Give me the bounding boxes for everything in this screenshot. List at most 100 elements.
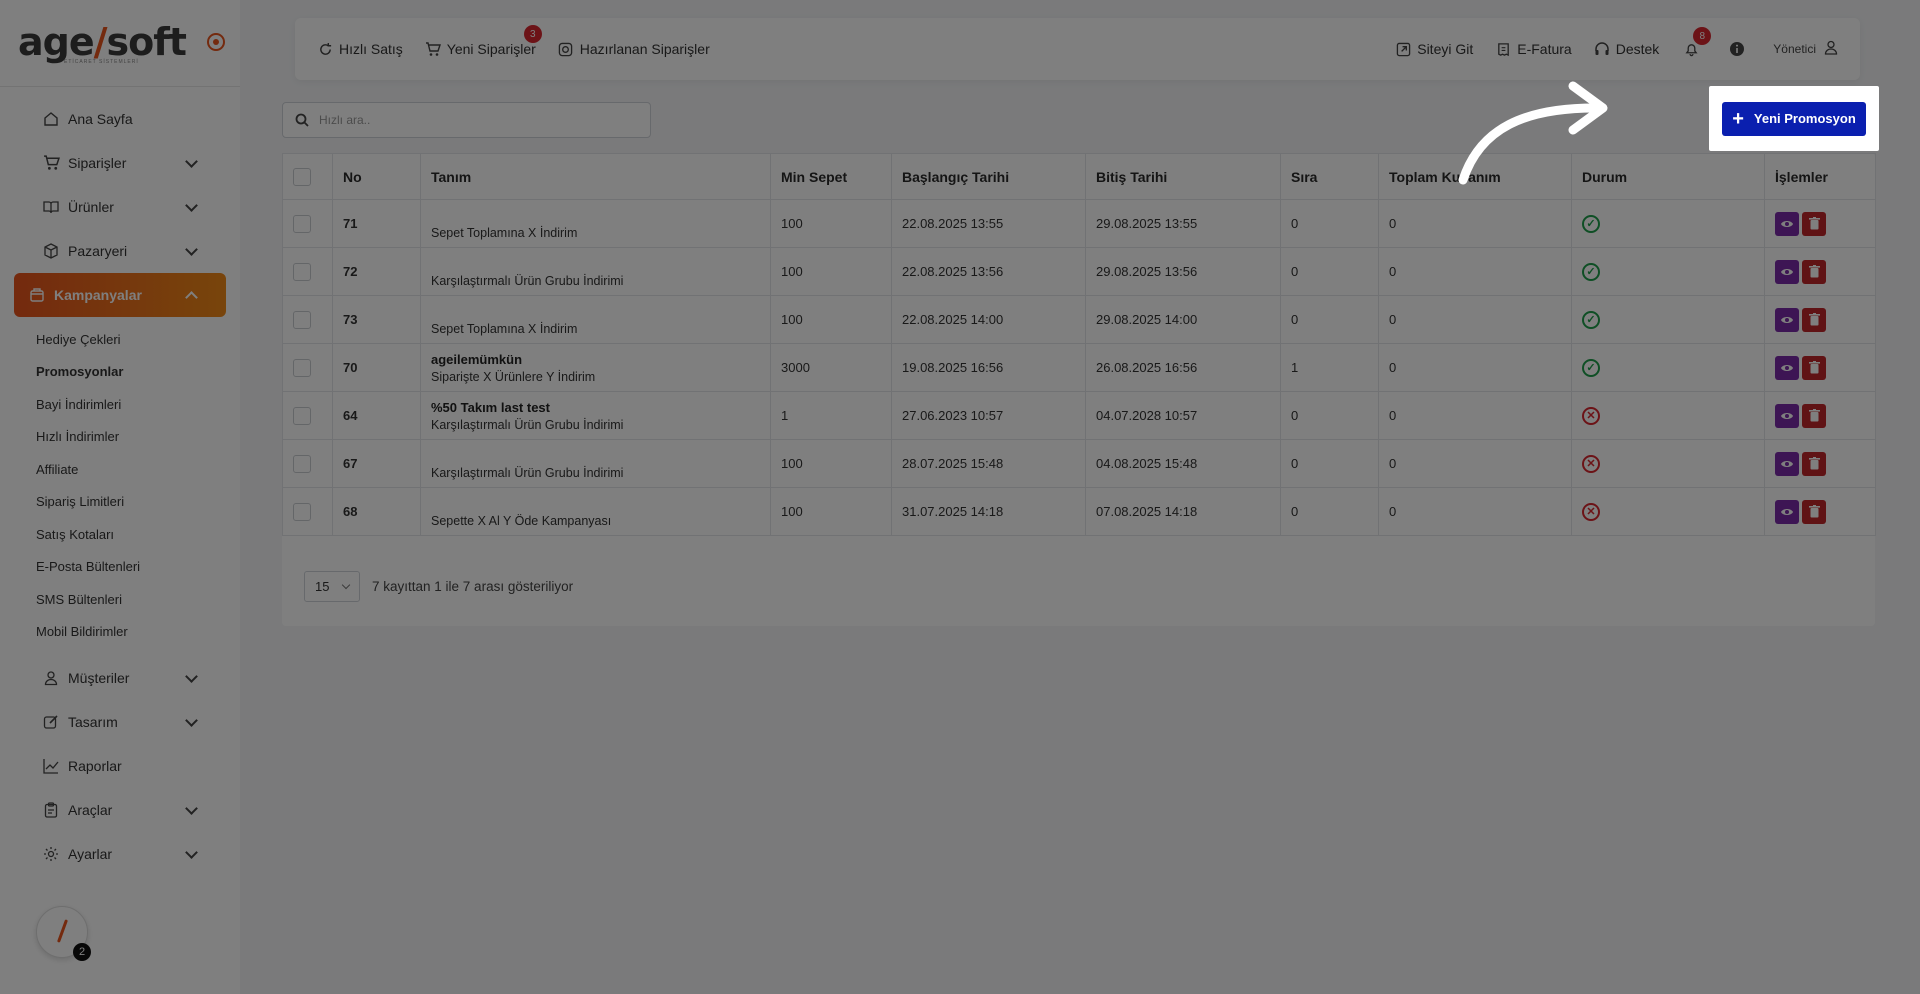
row-checkbox[interactable]	[293, 406, 311, 425]
table-row[interactable]: 70 ageilemümkün Siparişte X Ürünlere Y İnd…	[282, 343, 1876, 392]
promo-no: 71	[332, 199, 421, 248]
total-usage: 0	[1378, 199, 1572, 248]
topbar: Hızlı Satış Yeni Siparişler 3 Hazırlanan…	[295, 18, 1860, 80]
delete-button[interactable]	[1802, 307, 1826, 332]
actions-cell	[1764, 487, 1876, 536]
view-button[interactable]	[1775, 259, 1799, 284]
visit-site-link[interactable]: Siteyi Git	[1395, 41, 1473, 57]
sidebar-item-label: Ürünler	[68, 199, 114, 215]
row-checkbox[interactable]	[293, 262, 311, 281]
trash-icon	[1808, 457, 1820, 470]
table-row[interactable]: 68 Sepette X Al Y Öde Kampanyası 100 31.07.…	[282, 487, 1876, 536]
submenu-item[interactable]: Satış Kotaları	[0, 518, 240, 551]
table-row[interactable]: 72 Karşılaştırmalı Ürün Grubu İndirimi 100…	[282, 247, 1876, 296]
pagination-info: 7 kayıttan 1 ile 7 arası gösteriliyor	[372, 579, 574, 594]
helper-widget[interactable]: 2	[36, 906, 91, 961]
view-button[interactable]	[1775, 403, 1799, 428]
status-cell: ✕	[1571, 487, 1765, 536]
search-box[interactable]	[282, 102, 651, 138]
view-button[interactable]	[1775, 307, 1799, 332]
column-header[interactable]: Tanım	[420, 153, 771, 200]
view-button[interactable]	[1775, 451, 1799, 476]
quick-sale-link[interactable]: Hızlı Satış	[317, 41, 403, 57]
column-header[interactable]: Sıra	[1280, 153, 1379, 200]
status-cell: ✓	[1571, 343, 1765, 392]
logo[interactable]: age/soft ETİCARET SİSTEMLERİ	[18, 22, 187, 65]
delete-button[interactable]	[1802, 403, 1826, 428]
submenu-item[interactable]: SMS Bültenleri	[0, 583, 240, 616]
submenu-item[interactable]: Hediye Çekleri	[0, 323, 240, 356]
sidebar-item-araçlar[interactable]: Araçlar	[14, 788, 226, 832]
row-select-cell	[282, 439, 333, 488]
column-header: İşlemler	[1764, 153, 1876, 200]
delete-button[interactable]	[1802, 499, 1826, 524]
start-date: 27.06.2023 10:57	[891, 391, 1086, 440]
table-row[interactable]: 64 %50 Takım last test Karşılaştırmalı Ürü…	[282, 391, 1876, 440]
sidebar-item-pazaryeri[interactable]: Pazaryeri	[14, 229, 226, 273]
new-orders-link[interactable]: Yeni Siparişler 3	[425, 25, 542, 57]
cart-icon	[425, 41, 441, 57]
einvoice-label: E-Fatura	[1517, 41, 1572, 57]
sidebar-item-raporlar[interactable]: Raporlar	[14, 744, 226, 788]
row-checkbox[interactable]	[293, 358, 311, 377]
info-icon[interactable]	[1727, 39, 1747, 59]
sidebar-nav-bottom: Müşteriler Tasarım Raporlar Araçlar Ayarlar	[0, 656, 240, 876]
support-link[interactable]: Destek	[1594, 41, 1659, 57]
table-row[interactable]: 71 Sepet Toplamına X İndirim 100 22.08.2025…	[282, 199, 1876, 248]
delete-button[interactable]	[1802, 211, 1826, 236]
promo-type: Sepette X Al Y Öde Kampanyası	[431, 513, 612, 528]
order: 0	[1280, 199, 1379, 248]
bell-icon[interactable]: 8	[1681, 27, 1712, 59]
view-button[interactable]	[1775, 355, 1799, 380]
sidebar-item-ana-sayfa[interactable]: Ana Sayfa	[14, 97, 226, 141]
row-checkbox[interactable]	[293, 502, 311, 521]
user-menu[interactable]: Yönetici	[1773, 40, 1838, 58]
submenu-item[interactable]: Affiliate	[0, 453, 240, 486]
view-button[interactable]	[1775, 499, 1799, 524]
column-header[interactable]: Min Sepet	[770, 153, 892, 200]
submenu-item[interactable]: Hızlı İndirimler	[0, 421, 240, 454]
select-all-checkbox[interactable]	[293, 167, 311, 186]
page-size-value: 15	[315, 579, 330, 594]
prepared-orders-link[interactable]: Hazırlanan Siparişler	[558, 41, 710, 57]
new-promotion-button[interactable]: + Yeni Promosyon	[1722, 101, 1866, 136]
submenu-item[interactable]: E-Posta Bültenleri	[0, 551, 240, 584]
page-size-select[interactable]: 15	[304, 571, 360, 602]
column-header[interactable]: Bitiş Tarihi	[1085, 153, 1281, 200]
search-input[interactable]	[319, 113, 619, 127]
promo-definition: Sepet Toplamına X İndirim	[420, 295, 771, 344]
delete-button[interactable]	[1802, 259, 1826, 284]
sidebar-item-ürünler[interactable]: Ürünler	[14, 185, 226, 229]
table-row[interactable]: 67 Karşılaştırmalı Ürün Grubu İndirimi 100…	[282, 439, 1876, 488]
end-date: 29.08.2025 13:55	[1085, 199, 1281, 248]
sidebar-item-müşteriler[interactable]: Müşteriler	[14, 656, 226, 700]
logo-row: age/soft ETİCARET SİSTEMLERİ	[0, 0, 240, 86]
refresh-icon	[317, 41, 333, 57]
column-header[interactable]: No	[332, 153, 421, 200]
promo-definition: Karşılaştırmalı Ürün Grubu İndirimi	[420, 439, 771, 488]
submenu-item[interactable]: Bayi İndirimleri	[0, 388, 240, 421]
column-header[interactable]: Başlangıç Tarihi	[891, 153, 1086, 200]
sidebar-toggle-icon[interactable]	[207, 33, 225, 51]
new-orders-badge: 3	[523, 25, 542, 43]
sidebar-item-label: Pazaryeri	[68, 243, 128, 259]
view-button[interactable]	[1775, 211, 1799, 236]
sidebar-item-siparişler[interactable]: Siparişler	[14, 141, 226, 185]
row-checkbox[interactable]	[293, 310, 311, 329]
einvoice-link[interactable]: E-Fatura	[1495, 41, 1572, 57]
submenu-item[interactable]: Promosyonlar	[0, 356, 240, 389]
row-checkbox[interactable]	[293, 454, 311, 473]
submenu-item[interactable]: Mobil Bildirimler	[0, 616, 240, 649]
pagination: 15 7 kayıttan 1 ile 7 arası gösteriliyor	[304, 571, 573, 602]
sidebar-item-kampanyalar[interactable]: Kampanyalar	[14, 273, 226, 317]
delete-button[interactable]	[1802, 451, 1826, 476]
row-checkbox[interactable]	[293, 214, 311, 233]
actions-cell	[1764, 199, 1876, 248]
table-row[interactable]: 73 Sepet Toplamına X İndirim 100 22.08.2025…	[282, 295, 1876, 344]
submenu-item[interactable]: Sipariş Limitleri	[0, 486, 240, 519]
delete-button[interactable]	[1802, 355, 1826, 380]
sidebar-item-ayarlar[interactable]: Ayarlar	[14, 832, 226, 876]
user-icon	[42, 669, 60, 687]
sidebar-item-tasarım[interactable]: Tasarım	[14, 700, 226, 744]
promo-type: Karşılaştırmalı Ürün Grubu İndirimi	[431, 465, 624, 480]
